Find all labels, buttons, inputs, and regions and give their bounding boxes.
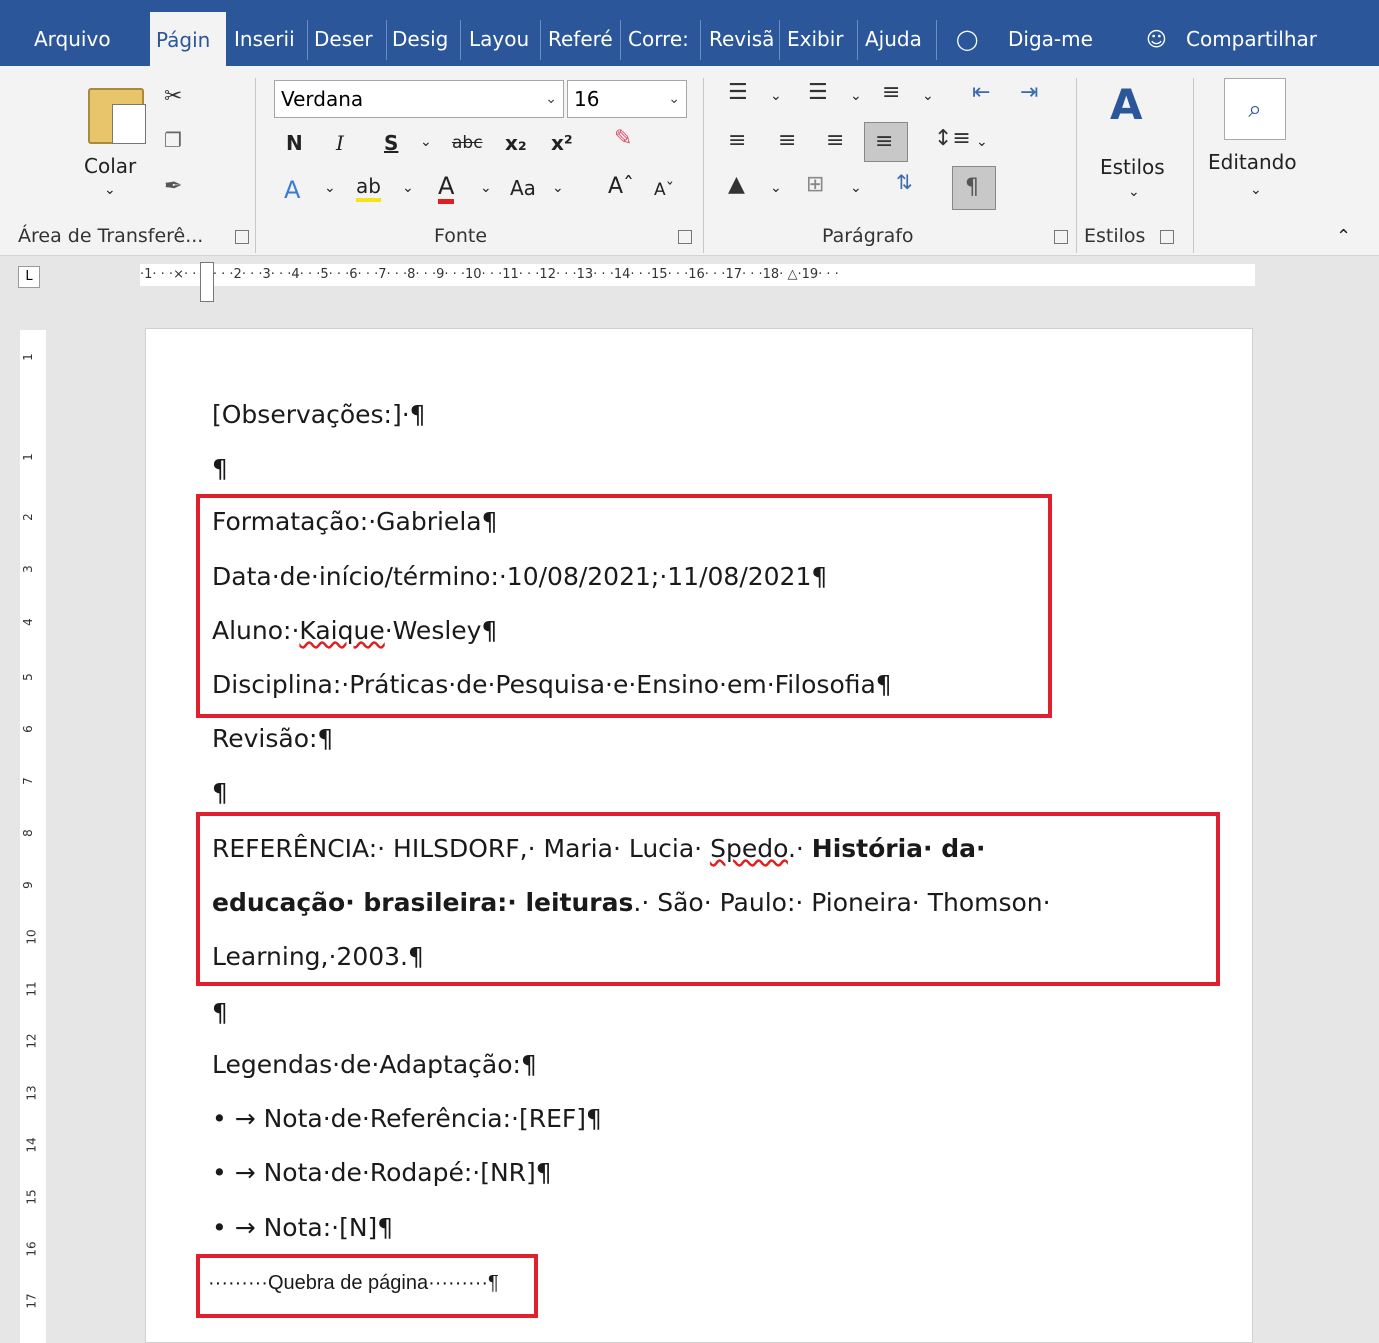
line-spacing-dropdown-icon[interactable]: ⌄ — [976, 134, 988, 150]
editing-button[interactable]: Editando — [1208, 150, 1297, 174]
borders-icon[interactable]: ⊞ — [806, 174, 824, 196]
text-effects-dropdown-icon[interactable]: ⌄ — [324, 180, 336, 196]
legendas-line[interactable]: Legendas·de·Adaptação:¶ — [212, 1050, 537, 1079]
shading-dropdown-icon[interactable]: ⌄ — [770, 180, 782, 196]
multilevel-dropdown-icon[interactable]: ⌄ — [922, 88, 934, 104]
font-size-combo[interactable]: 16 ⌄ — [567, 80, 687, 118]
line-spacing-icon[interactable]: ↕≡ — [934, 128, 971, 150]
subscript-icon[interactable]: x₂ — [505, 131, 527, 155]
tab-exibir[interactable]: Exibir — [787, 22, 857, 56]
observacoes-line[interactable]: [Observações:]·¶ — [212, 400, 426, 429]
styles-button[interactable]: Estilos — [1100, 155, 1165, 179]
tab-correspondencias[interactable]: Corre: — [628, 22, 698, 56]
underline-dropdown-icon[interactable]: ⌄ — [420, 134, 432, 150]
tab-design[interactable]: Desig — [392, 22, 457, 56]
tab-referencias[interactable]: Referé — [548, 22, 618, 56]
tell-me-search[interactable]: Diga-me — [1008, 22, 1118, 56]
editing-dropdown-icon[interactable]: ⌄ — [1250, 182, 1262, 198]
styles-launcher-icon[interactable] — [1160, 230, 1174, 244]
tab-desenhar[interactable]: Deser — [314, 22, 384, 56]
styles-dropdown-icon[interactable]: ⌄ — [1128, 184, 1140, 200]
align-center-icon[interactable]: ≡ — [778, 130, 796, 152]
change-case-dropdown-icon[interactable]: ⌄ — [552, 180, 564, 196]
copy-icon[interactable]: ❐ — [164, 130, 182, 150]
italic-button[interactable]: I — [336, 131, 344, 155]
find-search-icon[interactable]: ⌕ — [1224, 78, 1286, 140]
list-item[interactable]: • → Nota·de·Referência:·[REF]¶ — [212, 1104, 602, 1133]
tab-arquivo[interactable]: Arquivo — [34, 22, 129, 56]
paste-dropdown-chevron-icon[interactable]: ⌄ — [104, 182, 116, 198]
underline-button[interactable]: S — [384, 131, 398, 155]
borders-dropdown-icon[interactable]: ⌄ — [850, 180, 862, 196]
strikethrough-button[interactable]: abc — [452, 133, 483, 153]
format-painter-icon[interactable]: ✒ — [164, 176, 182, 198]
shrink-font-icon[interactable]: Aˇ — [654, 180, 674, 200]
vertical-ruler[interactable]: 1 1 2 3 4 5 6 7 8 9 10 11 12 13 14 15 16… — [20, 330, 46, 1343]
left-indent-marker-icon[interactable] — [200, 262, 214, 302]
bold-button[interactable]: N — [286, 131, 303, 155]
tab-selector[interactable]: L — [18, 266, 40, 288]
sort-az-icon[interactable]: ⇅ — [896, 172, 913, 192]
bullets-dropdown-icon[interactable]: ⌄ — [770, 88, 782, 104]
highlight-color-icon[interactable]: ab — [356, 174, 381, 202]
paste-button[interactable]: Colar — [84, 154, 136, 178]
revisao-line[interactable]: Revisão:¶ — [212, 724, 333, 753]
paragraph-launcher-icon[interactable] — [1054, 230, 1068, 244]
align-left-icon[interactable]: ≡ — [728, 130, 746, 152]
grow-font-icon[interactable]: Aˆ — [608, 174, 634, 199]
highlight-box-page-break — [196, 1254, 538, 1318]
tab-layout[interactable]: Layou — [469, 22, 539, 56]
empty-paragraph[interactable]: ¶ — [212, 454, 228, 483]
change-case-button[interactable]: Aa — [510, 176, 536, 200]
numbering-icon[interactable]: ☰ — [808, 82, 828, 104]
styles-icon[interactable]: A — [1110, 80, 1143, 129]
tab-inserir[interactable]: Inserii — [234, 22, 304, 56]
clipboard-group-label: Área de Transferê... — [18, 225, 204, 247]
numbering-dropdown-icon[interactable]: ⌄ — [850, 88, 862, 104]
font-color-icon[interactable]: A — [438, 173, 455, 204]
font-name-combo[interactable]: Verdana ⌄ — [274, 80, 564, 118]
bullets-icon[interactable]: ☰ — [728, 82, 748, 104]
styles-group-label: Estilos — [1084, 225, 1146, 247]
empty-paragraph[interactable]: ¶ — [212, 998, 228, 1027]
font-group-label: Fonte — [434, 225, 488, 247]
text-effects-icon[interactable]: A — [284, 176, 300, 204]
shading-bucket-icon[interactable]: ▲ — [728, 174, 745, 196]
decrease-indent-icon[interactable]: ⇤ — [972, 82, 990, 104]
show-formatting-marks-icon[interactable]: ¶ — [952, 166, 996, 210]
cut-scissors-icon[interactable]: ✂ — [164, 86, 182, 108]
paragraph-group-label: Parágrafo — [822, 225, 914, 247]
justify-icon[interactable]: ≡ — [864, 122, 908, 162]
collapse-ribbon-icon[interactable]: ⌃ — [1336, 226, 1351, 247]
ribbon-panel — [0, 66, 1379, 256]
align-right-icon[interactable]: ≡ — [826, 130, 844, 152]
tab-ajuda[interactable]: Ajuda — [865, 22, 935, 56]
superscript-icon[interactable]: x² — [551, 131, 573, 155]
highlight-box-referencia — [196, 812, 1220, 986]
multilevel-list-icon[interactable]: ≡ — [882, 82, 900, 104]
clipboard-launcher-icon[interactable] — [235, 230, 249, 244]
increase-indent-icon[interactable]: ⇥ — [1020, 82, 1038, 104]
clear-formatting-eraser-icon[interactable]: ✎ — [614, 128, 632, 150]
horizontal-ruler[interactable]: ·1· · ·⨯· · ·1· · ·2· · ·3· · ·4· · ·5· … — [140, 264, 1255, 286]
font-launcher-icon[interactable] — [678, 230, 692, 244]
list-item[interactable]: • → Nota:·[N]¶ — [212, 1213, 393, 1242]
share-person-icon[interactable]: ☺ — [1146, 22, 1174, 56]
font-color-dropdown-icon[interactable]: ⌄ — [480, 180, 492, 196]
list-item[interactable]: • → Nota·de·Rodapé:·[NR]¶ — [212, 1158, 552, 1187]
highlight-box-info — [196, 494, 1052, 718]
tab-revisao[interactable]: Revisã — [709, 22, 779, 56]
lightbulb-icon[interactable]: ◯ — [956, 22, 984, 56]
highlight-dropdown-icon[interactable]: ⌄ — [402, 180, 414, 196]
share-button[interactable]: Compartilhar — [1186, 22, 1336, 56]
empty-paragraph[interactable]: ¶ — [212, 778, 228, 807]
